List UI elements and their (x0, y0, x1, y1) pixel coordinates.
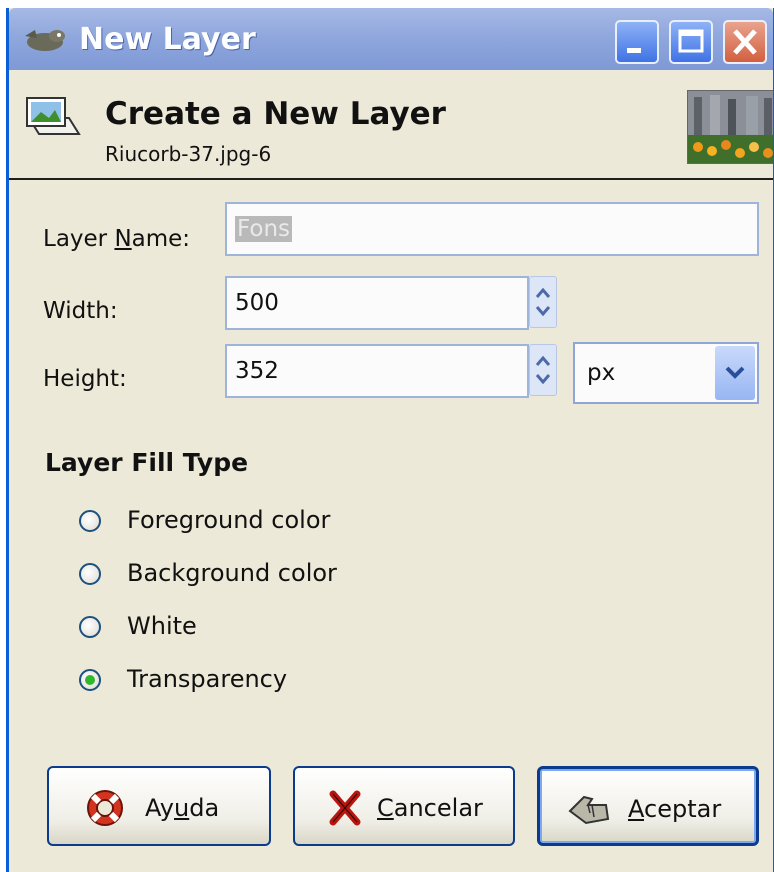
help-button[interactable]: Ayuda (47, 766, 271, 846)
width-value: 500 (235, 290, 279, 316)
layer-name-value: Fons (235, 216, 293, 242)
dialog-header: Create a New Layer Riucorb-37.jpg-6 (9, 70, 773, 180)
spin-arrows-icon (535, 287, 551, 317)
cancel-x-icon (329, 790, 361, 826)
window-title: New Layer (79, 22, 256, 57)
radio-button[interactable] (79, 616, 101, 638)
title-bar[interactable]: New Layer (9, 8, 773, 70)
radio-button-checked[interactable] (79, 669, 101, 691)
lifebuoy-icon (87, 790, 123, 826)
close-icon (733, 29, 757, 55)
width-input[interactable]: 500 (225, 276, 529, 330)
help-button-label: Ayuda (145, 794, 220, 822)
image-thumbnail (687, 90, 773, 164)
spin-arrows-icon (535, 355, 551, 385)
accept-hand-icon (568, 795, 610, 825)
radio-button[interactable] (79, 510, 101, 532)
cancel-button[interactable]: Cancelar (293, 766, 515, 846)
unit-select[interactable]: px (573, 342, 759, 404)
width-label: Width: (43, 298, 118, 324)
minimize-button[interactable] (615, 20, 659, 64)
layer-name-input[interactable]: Fons (225, 202, 759, 256)
ok-button[interactable]: Aceptar (537, 766, 759, 846)
header-title: Create a New Layer (105, 96, 446, 132)
unit-value: px (587, 360, 616, 386)
new-layer-icon (26, 97, 81, 135)
image-name: Riucorb-37.jpg-6 (105, 142, 272, 166)
unit-dropdown-button[interactable] (715, 346, 755, 400)
maximize-icon (678, 29, 704, 53)
height-label: Height: (43, 366, 127, 392)
minimize-icon (627, 48, 641, 53)
chevron-down-icon (725, 366, 745, 379)
fill-type-heading: Layer Fill Type (45, 448, 249, 477)
gimp-wilber-icon (25, 30, 65, 51)
radio-label: White (127, 612, 197, 640)
radio-button[interactable] (79, 563, 101, 585)
ok-button-label: Aceptar (628, 795, 722, 823)
radio-label: Transparency (127, 665, 288, 693)
height-spin-button[interactable] (529, 344, 557, 396)
radio-label: Foreground color (127, 506, 331, 534)
radio-label: Background color (127, 559, 337, 587)
close-button[interactable] (723, 20, 767, 64)
cancel-button-label: Cancelar (377, 794, 483, 822)
layer-name-label: Layer Name: (43, 226, 191, 252)
maximize-button[interactable] (669, 20, 713, 64)
width-spin-button[interactable] (529, 276, 557, 328)
new-layer-dialog: New Layer Create a New Layer Riucorb-37.… (6, 8, 774, 872)
height-input[interactable]: 352 (225, 344, 529, 398)
height-value: 352 (235, 358, 279, 384)
